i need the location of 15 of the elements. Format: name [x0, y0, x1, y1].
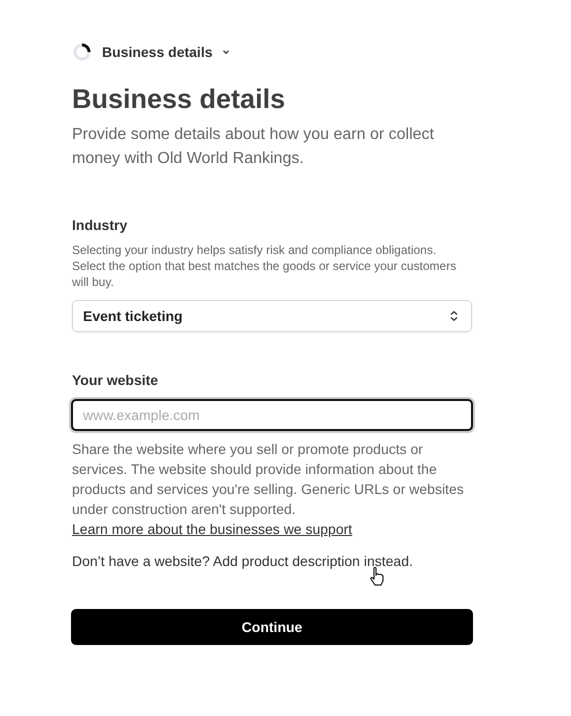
learn-more-link[interactable]: Learn more about the businesses we support: [72, 521, 352, 537]
page-title: Business details: [72, 84, 286, 115]
continue-button[interactable]: Continue: [71, 609, 473, 645]
progress-ring-icon: [72, 42, 92, 62]
hand-cursor-icon: [369, 566, 385, 586]
field-label: Industry: [72, 217, 128, 233]
help-text: Selecting your industry helps satisfy risk and compliance obligations. Select the option that best matches the goods or service your customers will buy.: [72, 242, 458, 290]
help-text: Share the website where you sell or promote products or services. The website should provide information about the products and services you're selling. Generic URLs or websites under construction aren't supported. Learn more about the businesses we support: [72, 440, 465, 539]
up-down-chevron-icon: [449, 310, 459, 322]
website-input[interactable]: www.example.com: [71, 399, 473, 431]
breadcrumb-dropdown[interactable]: Business details: [102, 44, 230, 60]
industry-select[interactable]: Event ticketing: [72, 300, 472, 332]
page-subtitle: Provide some details about how you earn or collect money with Old World Rankings.: [72, 125, 435, 169]
field-label: Your website: [72, 372, 160, 388]
no-website-text[interactable]: Don’t have a website? Add product description instead.: [72, 553, 472, 569]
